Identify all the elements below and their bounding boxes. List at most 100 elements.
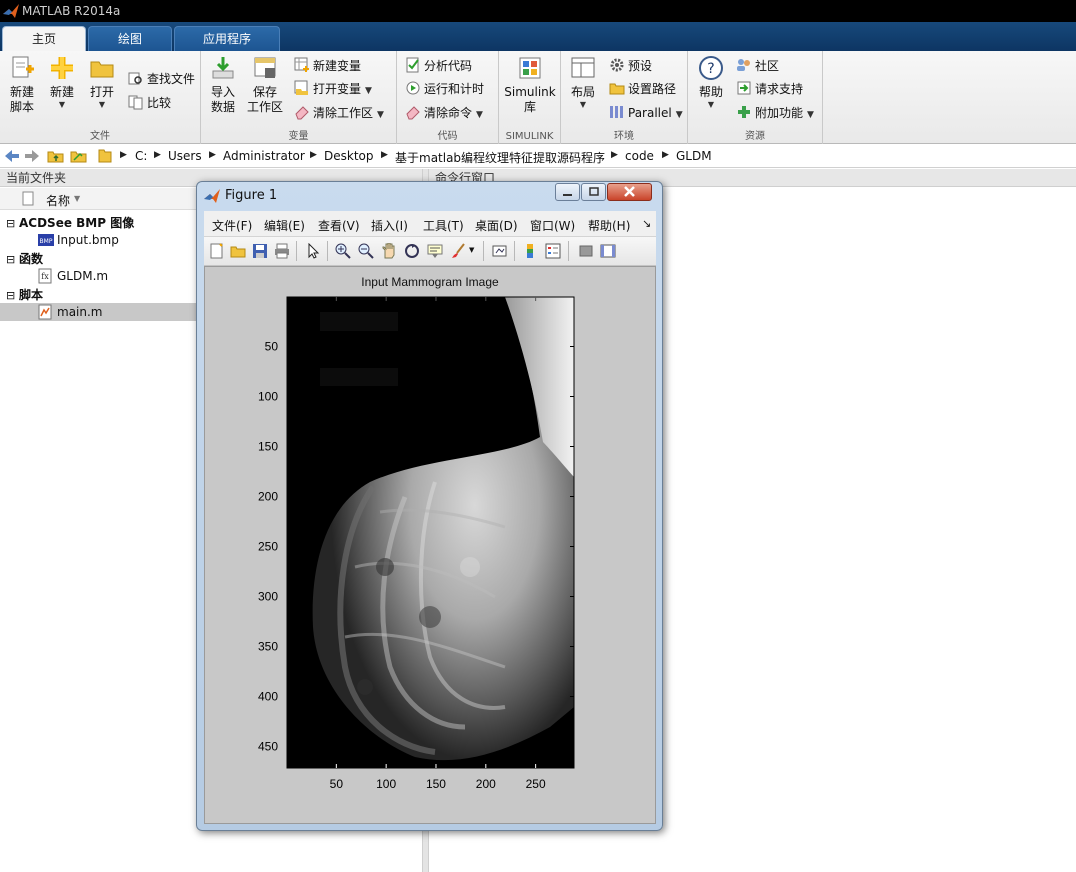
menu-help[interactable]: 帮助(H) <box>588 217 630 234</box>
bmp-file-icon: BMP <box>38 234 54 246</box>
forward-arrow-icon[interactable] <box>23 148 41 164</box>
breadcrumb-separator-icon: ▶ <box>310 150 317 160</box>
legend-icon[interactable] <box>545 243 561 259</box>
group-label-file: 文件 <box>90 131 110 142</box>
gear-icon <box>610 58 624 72</box>
collapse-icon[interactable]: ⊟ <box>6 217 15 230</box>
figure-window[interactable]: Figure 1 文件(F) 编辑(E) 查看(V) 插入(I) 工具(T) 桌… <box>196 181 663 831</box>
menu-desktop[interactable]: 桌面(D) <box>475 217 518 234</box>
collapse-icon[interactable]: ⊟ <box>6 289 15 302</box>
new-figure-icon[interactable] <box>209 243 225 259</box>
image-axes[interactable]: 50 100 150 200 250 300 350 400 450 50 100 150 200 25… <box>205 267 655 823</box>
menu-tools[interactable]: 工具(T) <box>423 217 464 234</box>
analyze-code-icon <box>406 57 419 73</box>
zoom-in-icon[interactable] <box>335 243 351 259</box>
browse-folder-icon[interactable] <box>70 148 88 164</box>
address-bar: ▶ C: ▶ Users ▶ Administrator ▶ Desktop ▶… <box>0 145 1076 168</box>
file-name: GLDM.m <box>57 269 109 283</box>
group-file: 新建 脚本 新建 ▼ 打开 ▼ 查找文件 比较 文件 <box>0 51 201 144</box>
zoom-out-icon[interactable] <box>358 243 374 259</box>
menu-view[interactable]: 查看(V) <box>318 217 360 234</box>
collapse-icon[interactable]: ⊟ <box>6 253 15 266</box>
x-tick-labels: 50 100 150 200 250 <box>330 777 546 791</box>
data-cursor-icon[interactable] <box>427 243 443 259</box>
ribbon: 新建 脚本 新建 ▼ 打开 ▼ 查找文件 比较 文件 导入 数据 保存 工作区 … <box>0 51 1076 144</box>
tab-home[interactable]: 主页 <box>2 26 86 51</box>
figure-canvas[interactable]: Input Mammogram Image 50 100 150 200 250… <box>204 266 656 824</box>
tab-plots[interactable]: 绘图 <box>88 26 172 51</box>
maximize-button[interactable] <box>581 183 606 201</box>
brush-icon[interactable] <box>450 243 466 259</box>
breadcrumb-gldm[interactable]: GLDM <box>676 149 712 163</box>
breadcrumb-code[interactable]: code <box>625 149 654 163</box>
analyze-code-button[interactable]: 分析代码 <box>405 56 472 76</box>
new-script-button[interactable]: 新建 脚本 <box>2 55 42 115</box>
chevron-down-icon[interactable]: ▼ <box>469 246 474 254</box>
link-plot-icon[interactable] <box>492 243 508 259</box>
layout-button[interactable]: 布局 ▼ <box>563 55 603 110</box>
eraser-icon <box>295 106 309 120</box>
breadcrumb-desktop[interactable]: Desktop <box>324 149 374 163</box>
group-resources: ? 帮助 ▼ 社区 请求支持 附加功能 ▼ 资源 <box>688 51 823 144</box>
menu-insert[interactable]: 插入(I) <box>371 217 408 234</box>
save-icon[interactable] <box>252 243 268 259</box>
dock-arrow-icon[interactable]: ↘ <box>642 217 651 230</box>
breadcrumb-separator-icon: ▶ <box>154 150 161 160</box>
colorbar-icon[interactable] <box>522 243 538 259</box>
show-plot-tools-icon[interactable] <box>600 243 616 259</box>
pointer-icon[interactable] <box>305 243 321 259</box>
pan-hand-icon[interactable] <box>381 243 397 259</box>
community-button[interactable]: 社区 <box>736 56 779 76</box>
help-icon: ? <box>699 56 723 80</box>
new-button[interactable]: 新建 ▼ <box>42 55 82 110</box>
breadcrumb-separator-icon: ▶ <box>120 150 127 160</box>
rotate-3d-icon[interactable] <box>404 243 420 259</box>
breadcrumb-project[interactable]: 基于matlab编程纹理特征提取源码程序 <box>395 149 605 166</box>
up-folder-icon[interactable] <box>47 148 65 164</box>
import-data-button[interactable]: 导入 数据 <box>203 55 243 115</box>
back-arrow-icon[interactable] <box>3 148 21 164</box>
menu-edit[interactable]: 编辑(E) <box>264 217 305 234</box>
tab-apps[interactable]: 应用程序 <box>174 26 280 51</box>
open-file-icon[interactable] <box>230 243 246 259</box>
find-files-icon <box>128 72 142 85</box>
close-button[interactable] <box>607 183 652 201</box>
sort-arrow-icon[interactable]: ▼ <box>74 194 80 203</box>
open-variable-button[interactable]: 打开变量 ▼ <box>294 79 372 99</box>
column-name-label[interactable]: 名称 <box>46 192 70 209</box>
new-variable-button[interactable]: 新建变量 <box>294 56 361 76</box>
clear-commands-button[interactable]: 清除命令 ▼ <box>405 103 483 123</box>
minimize-button[interactable] <box>555 183 580 201</box>
chevron-down-icon: ▼ <box>98 100 106 109</box>
clear-workspace-button[interactable]: 清除工作区 ▼ <box>294 103 384 123</box>
open-variable-icon <box>294 80 308 95</box>
menu-window[interactable]: 窗口(W) <box>530 217 575 234</box>
hide-plot-tools-icon[interactable] <box>578 243 594 259</box>
set-path-button[interactable]: 设置路径 <box>609 79 676 99</box>
run-and-time-button[interactable]: 运行和计时 <box>405 79 484 99</box>
open-button[interactable]: 打开 ▼ <box>82 55 122 110</box>
breadcrumb-users[interactable]: Users <box>168 149 202 163</box>
toolbar-separator <box>327 241 328 261</box>
breadcrumb-drive[interactable]: C: <box>135 149 147 163</box>
chevron-down-icon: ▼ <box>707 100 715 109</box>
close-icon <box>624 186 635 197</box>
request-support-button[interactable]: 请求支持 <box>736 79 803 99</box>
minimize-icon <box>563 194 572 196</box>
menu-file[interactable]: 文件(F) <box>212 217 252 234</box>
add-ons-button[interactable]: 附加功能 ▼ <box>736 103 814 123</box>
restore-icon <box>589 187 599 196</box>
find-files-button[interactable]: 查找文件 <box>128 69 195 89</box>
compare-button[interactable]: 比较 <box>128 93 171 113</box>
breadcrumb-separator-icon: ▶ <box>381 150 388 160</box>
breadcrumb-administrator[interactable]: Administrator <box>223 149 305 163</box>
help-button[interactable]: ? 帮助 ▼ <box>691 55 731 110</box>
y-tick-label: 150 <box>258 440 278 454</box>
print-icon[interactable] <box>274 243 290 259</box>
preferences-button[interactable]: 预设 <box>609 56 652 76</box>
simulink-library-button[interactable]: Simulink 库 <box>503 55 557 115</box>
save-workspace-button[interactable]: 保存 工作区 <box>245 55 285 115</box>
matlab-logo-icon <box>204 189 220 203</box>
parallel-button[interactable]: Parallel ▼ <box>609 103 683 123</box>
figure-title: Figure 1 <box>225 188 278 203</box>
